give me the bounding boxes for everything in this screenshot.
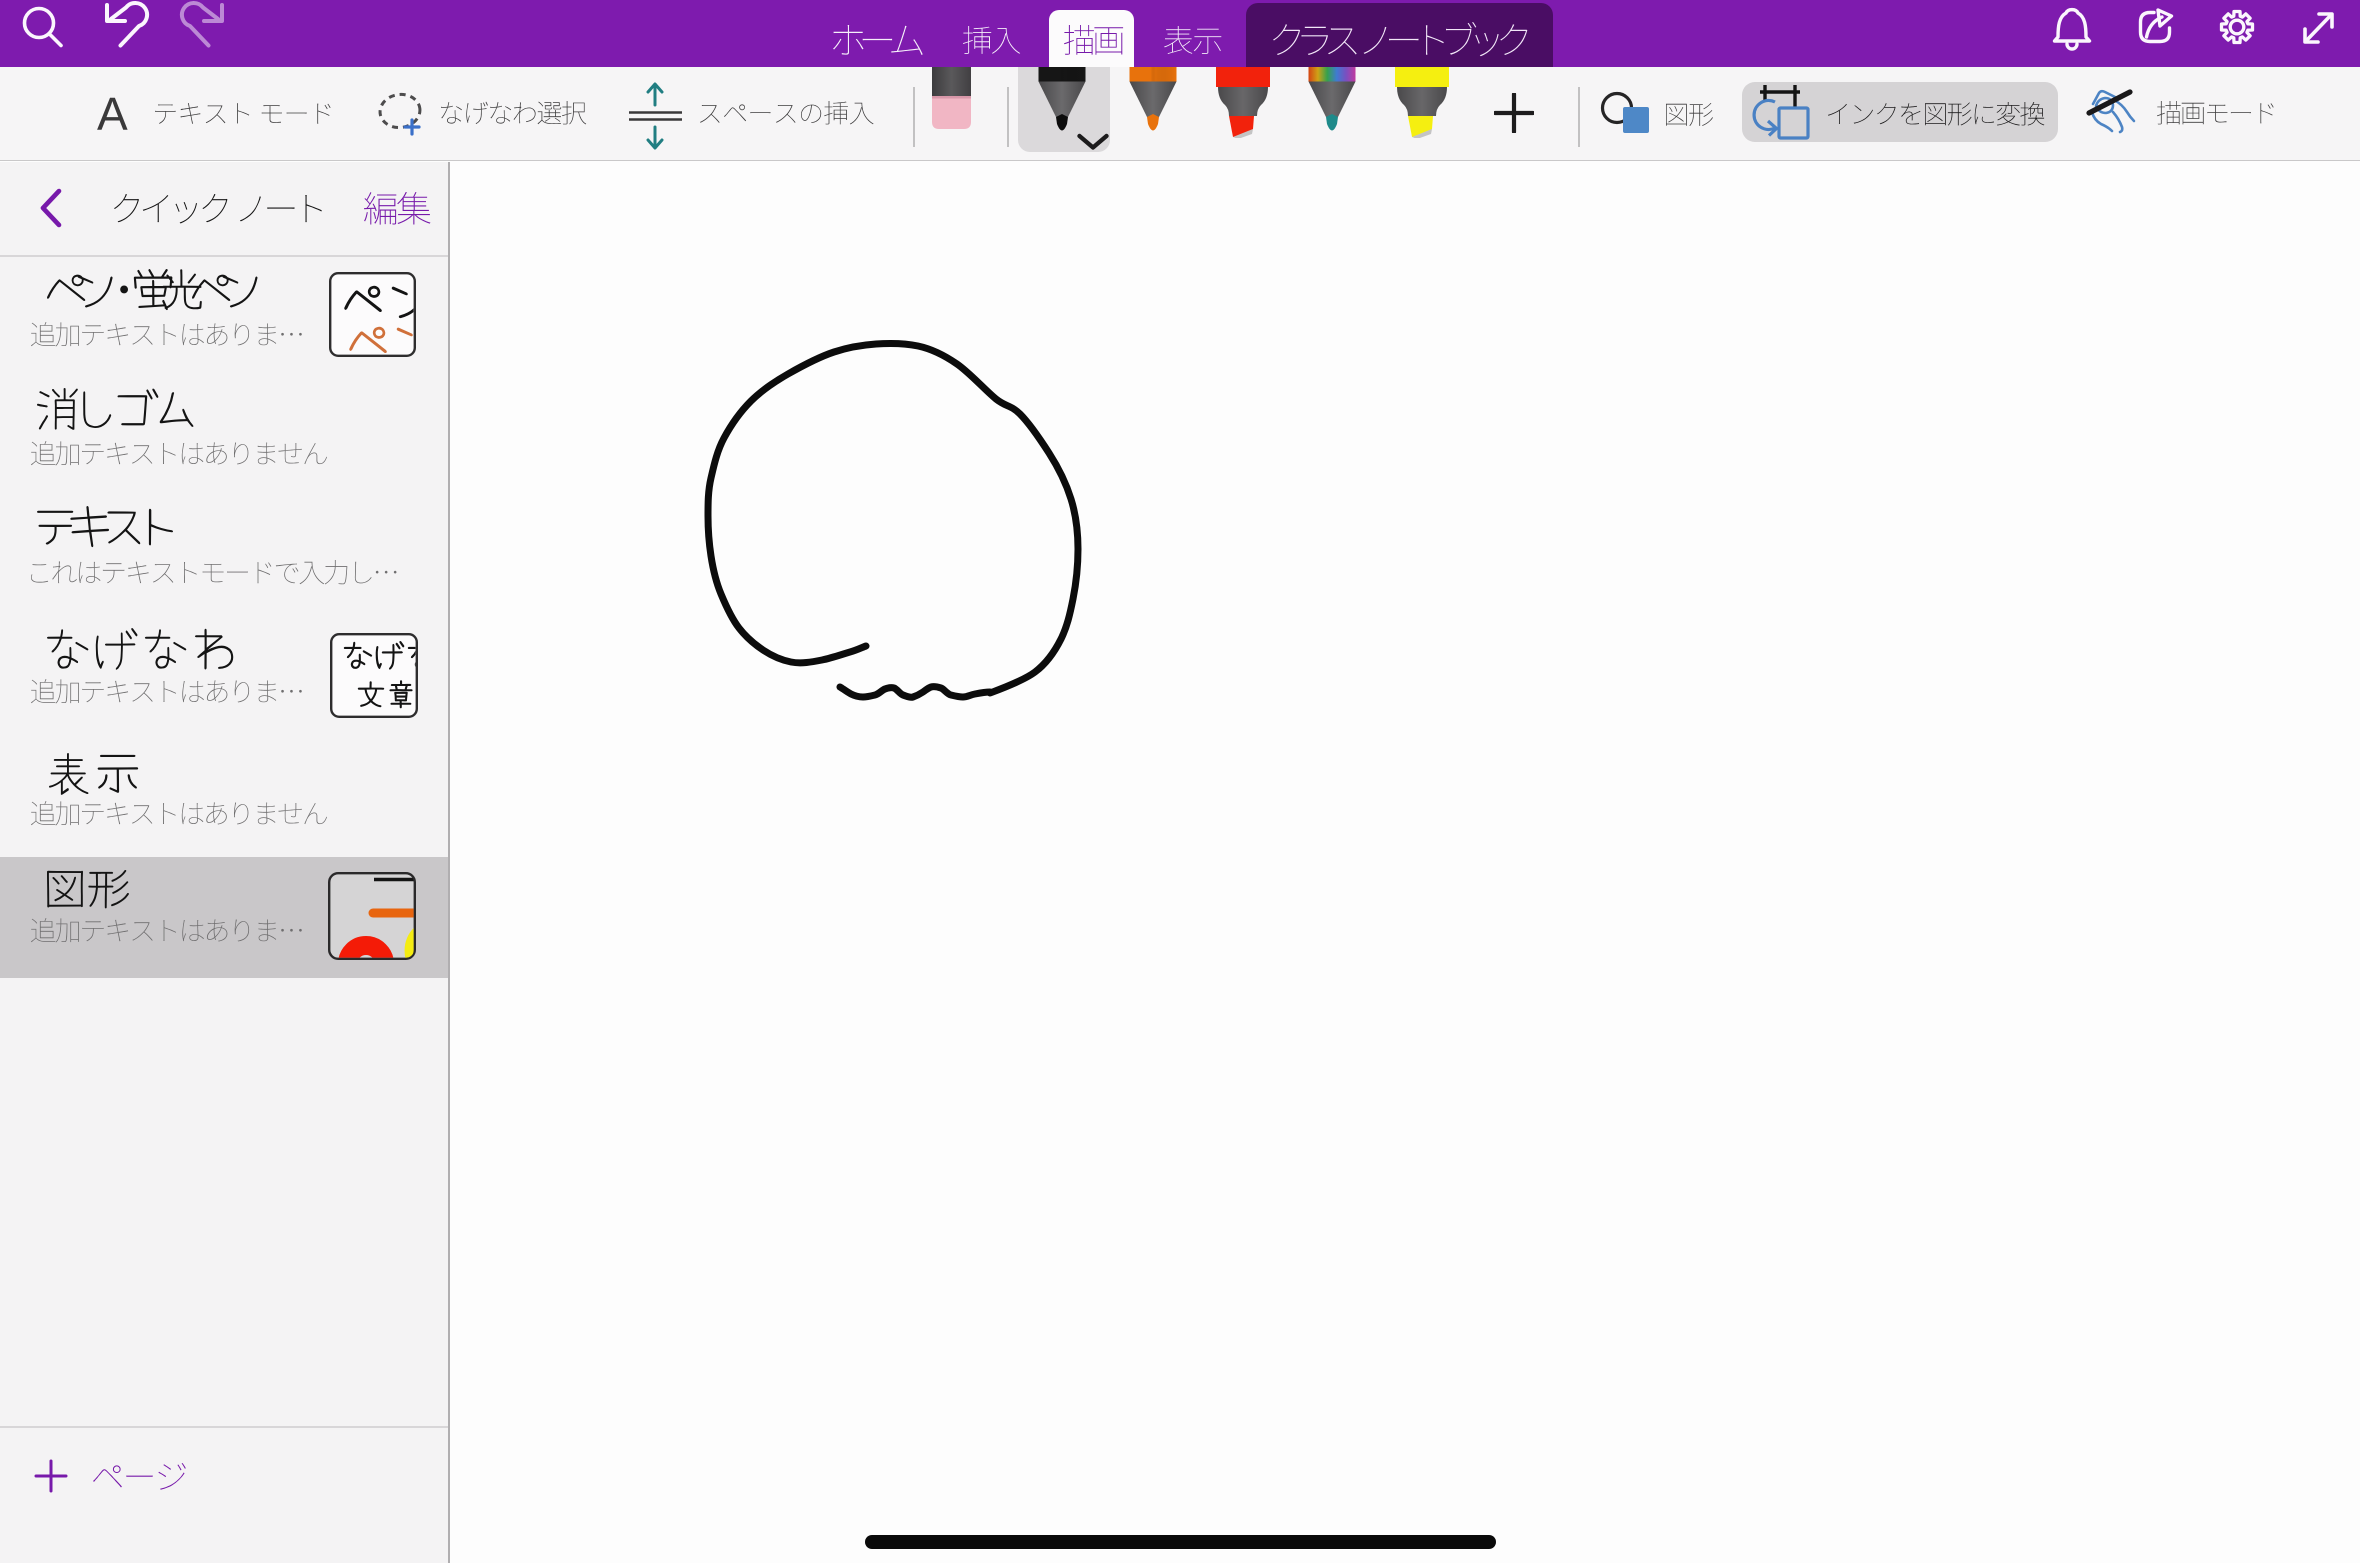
svg-text:A: A [97,88,128,140]
